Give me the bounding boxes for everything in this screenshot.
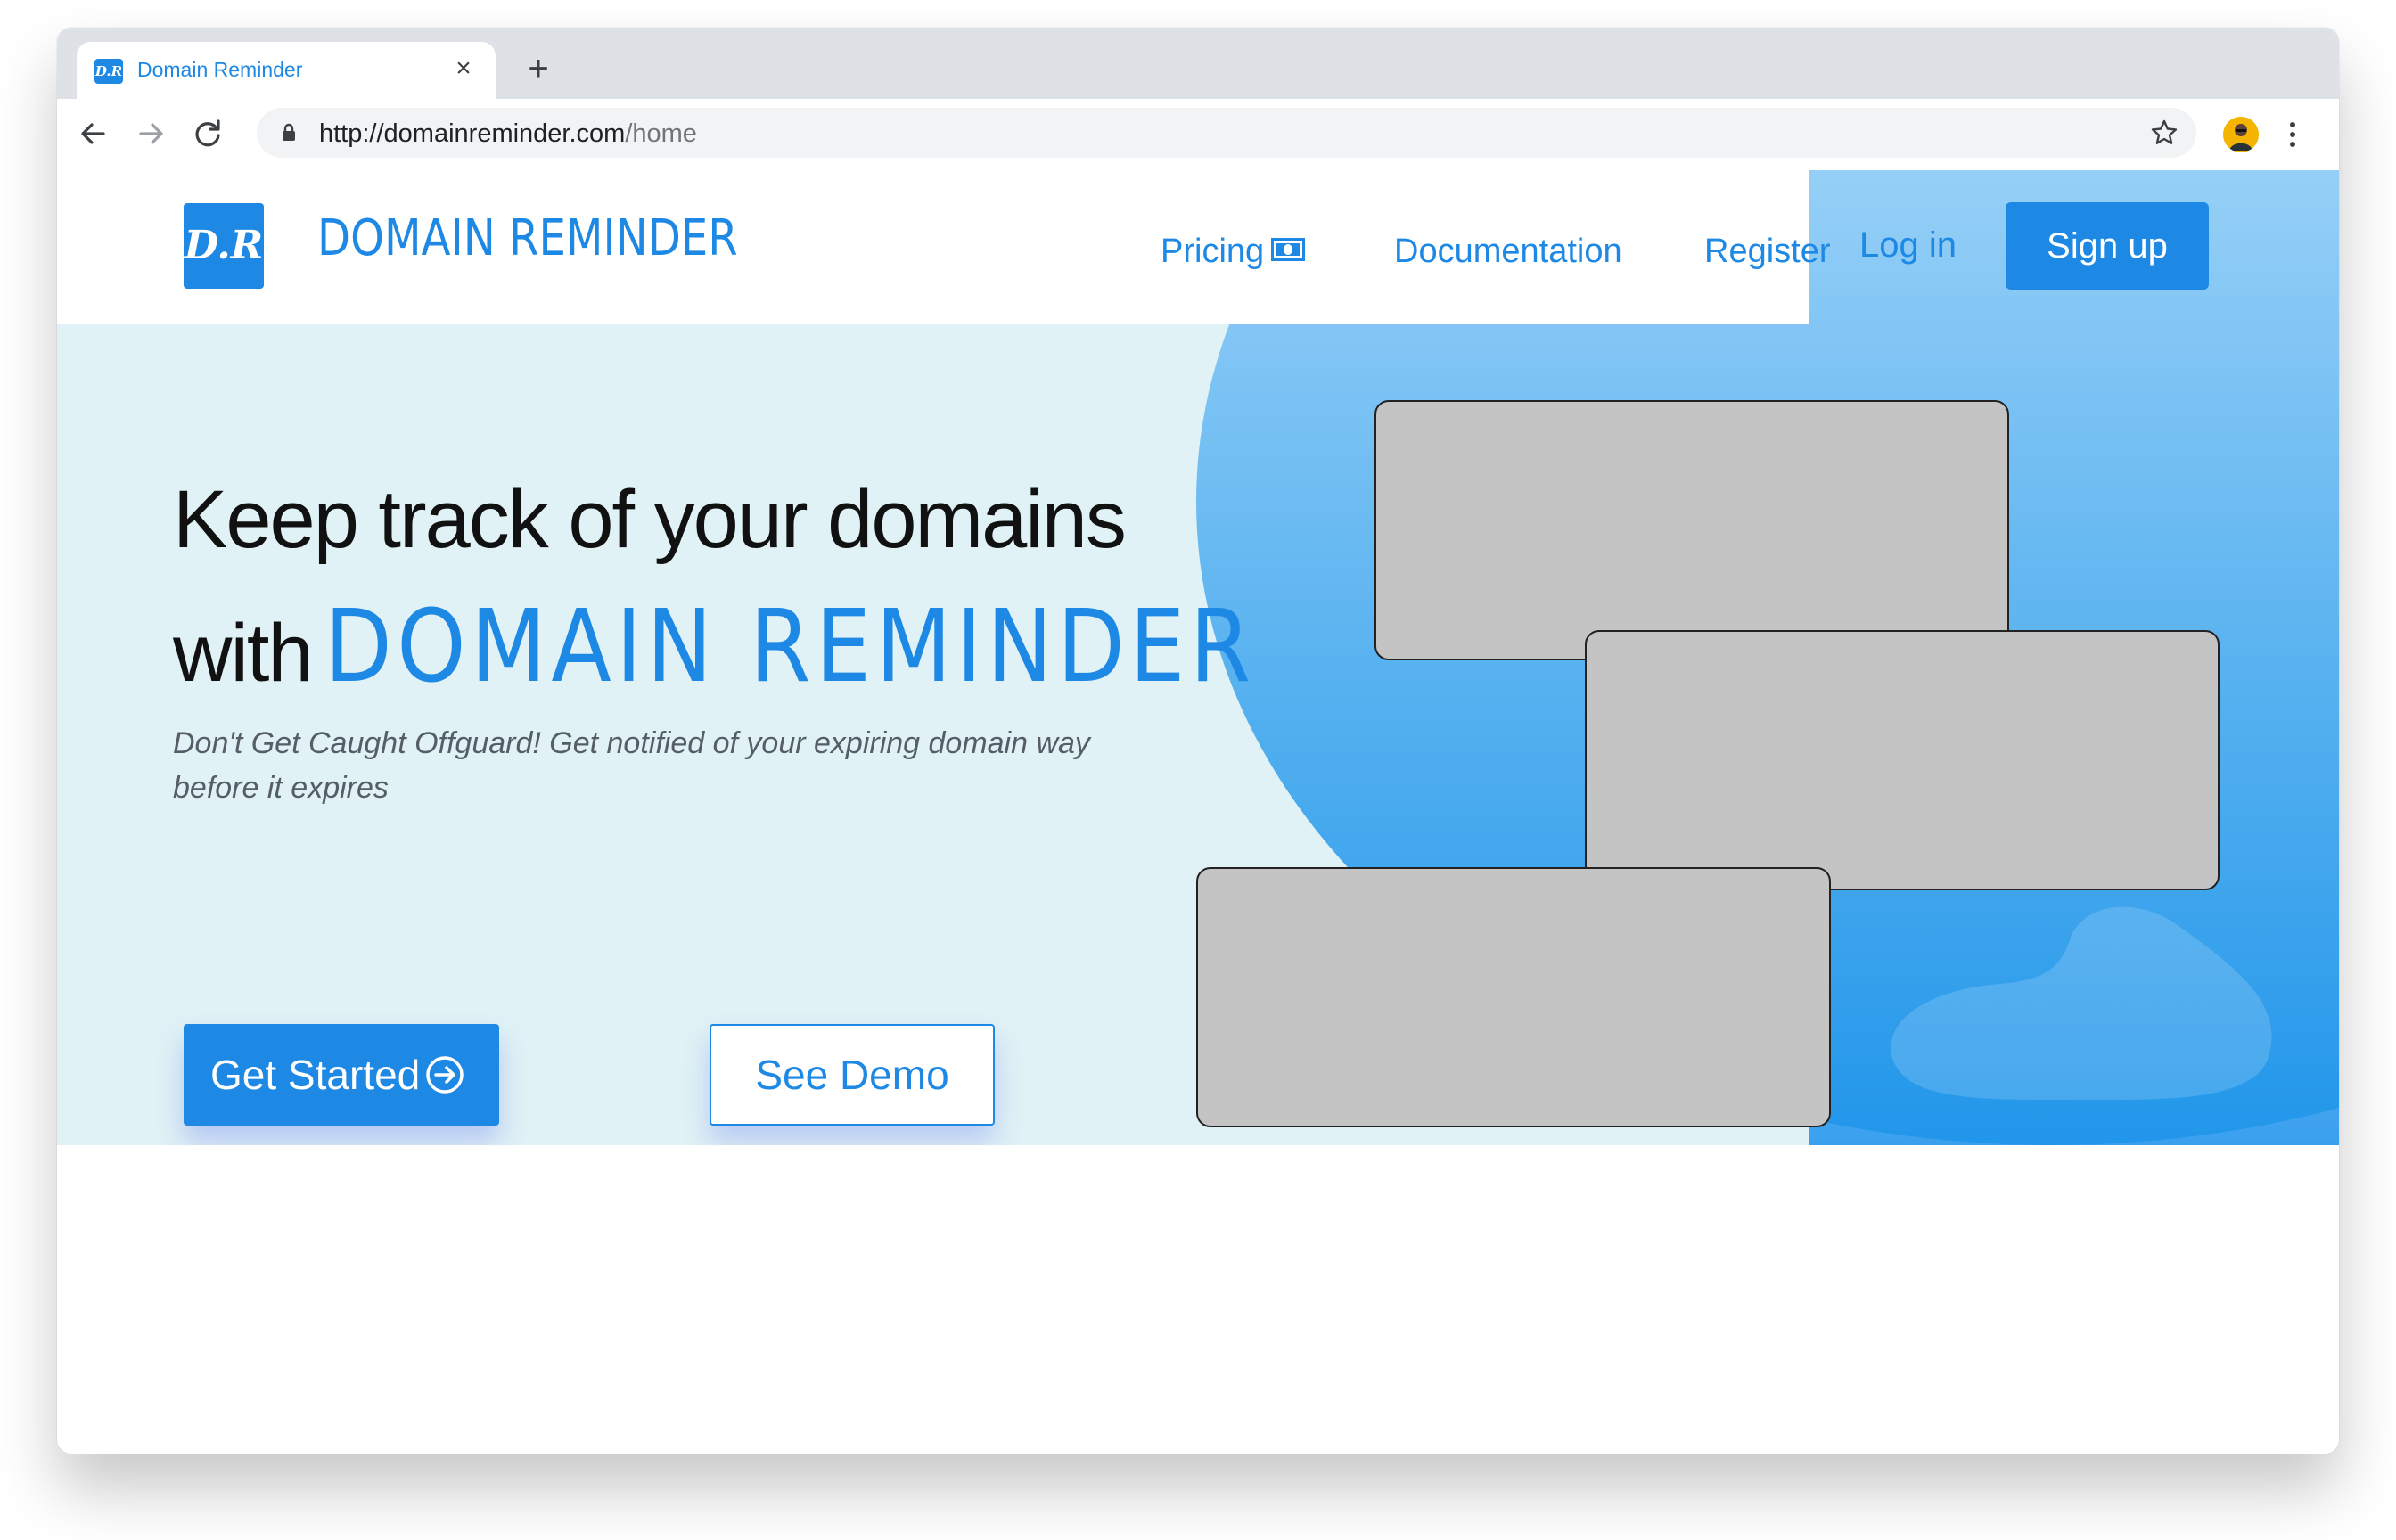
forward-arrow-icon[interactable] — [128, 111, 173, 156]
blob-decoration — [1891, 906, 2272, 1101]
browser-window: D.R Domain Reminder × + http://domainrem… — [57, 28, 2339, 1454]
web-page: Keep track of your domains with DOMAIN RE… — [57, 170, 2339, 1454]
placeholder-image-card — [1374, 400, 2009, 660]
signup-button[interactable]: Sign up — [2006, 202, 2209, 290]
url-path: /home — [625, 119, 697, 148]
login-link[interactable]: Log in — [1859, 225, 1957, 266]
nav-documentation[interactable]: Documentation — [1394, 233, 1622, 271]
arrow-circle-right-icon — [426, 1056, 464, 1094]
browser-toolbar: http://domainreminder.com/home — [57, 99, 2339, 170]
hero-headline-brand-line: with DOMAIN REMINDER — [173, 589, 1383, 705]
nav-register[interactable]: Register — [1704, 233, 1831, 271]
url-text: http://domainreminder.com/home — [319, 119, 697, 149]
logo-mark[interactable]: D.R — [184, 203, 264, 289]
close-tab-icon[interactable]: × — [447, 53, 480, 85]
hero-brand-text: DOMAIN REMINDER — [324, 589, 1256, 705]
new-tab-button[interactable]: + — [521, 51, 556, 86]
money-bill-icon — [1271, 237, 1306, 261]
kebab-menu-icon[interactable] — [2284, 115, 2302, 154]
star-icon[interactable] — [2148, 117, 2180, 149]
hero-with-text: with — [173, 608, 314, 699]
favicon-icon: D.R — [94, 59, 123, 84]
see-demo-button[interactable]: See Demo — [710, 1024, 995, 1126]
get-started-label: Get Started — [210, 1052, 421, 1098]
placeholder-image-card — [1196, 867, 1831, 1127]
lock-icon — [283, 123, 295, 141]
nav-pricing[interactable]: Pricing — [1161, 233, 1306, 271]
site-header: D.R DOMAIN REMINDER Pricing Documentatio… — [57, 170, 1831, 324]
hero-headline: Keep track of your domains — [173, 474, 1127, 565]
get-started-button[interactable]: Get Started — [184, 1024, 499, 1126]
browser-tab[interactable]: D.R Domain Reminder × — [77, 42, 496, 99]
tab-title: Domain Reminder — [137, 58, 303, 81]
url-host: http://domainreminder.com — [319, 119, 626, 148]
address-bar[interactable]: http://domainreminder.com/home — [257, 108, 2196, 158]
profile-avatar[interactable] — [2223, 117, 2259, 152]
reload-icon[interactable] — [185, 111, 230, 156]
logo-text[interactable]: DOMAIN REMINDER — [317, 209, 738, 267]
placeholder-image-card — [1585, 630, 2220, 890]
back-arrow-icon[interactable] — [71, 111, 116, 156]
tab-strip: D.R Domain Reminder × + — [57, 28, 2339, 99]
hero-subtext: Don't Get Caught Offguard! Get notified … — [173, 726, 1090, 805]
nav-pricing-label: Pricing — [1161, 233, 1265, 270]
